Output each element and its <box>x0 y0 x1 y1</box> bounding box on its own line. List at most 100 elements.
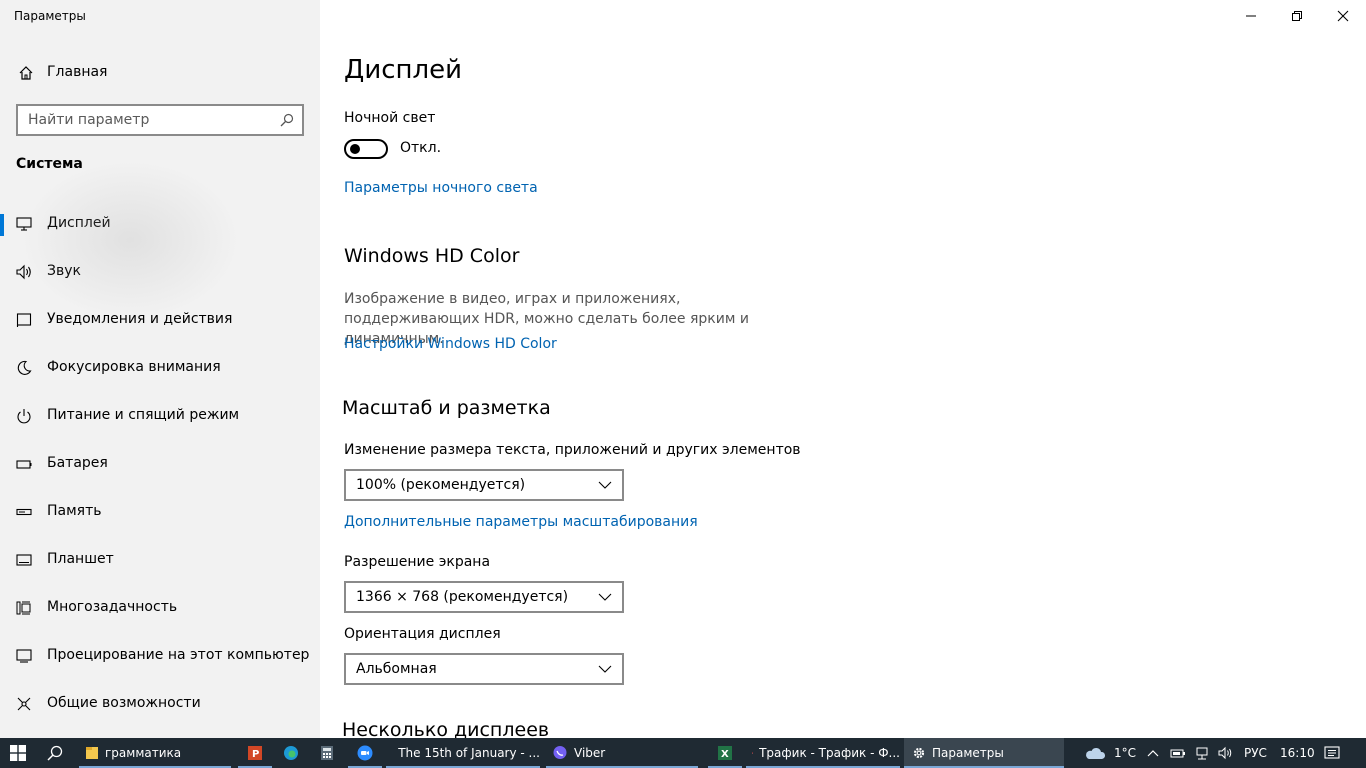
sidebar-item-label: Батарея <box>47 455 108 471</box>
taskbar-item-label: Viber <box>574 746 606 760</box>
start-button[interactable] <box>0 738 36 768</box>
settings-window: Параметры Главная Система Дисплей <box>0 0 1366 738</box>
sidebar-item-label: Память <box>47 503 102 519</box>
sidebar-item-display[interactable]: Дисплей <box>0 204 320 244</box>
taskbar-item-label: Параметры <box>932 746 1004 760</box>
volume-icon <box>1218 746 1232 760</box>
network-status[interactable] <box>1194 738 1210 768</box>
sidebar-item-label: Уведомления и действия <box>47 311 233 327</box>
search-input[interactable] <box>18 106 278 134</box>
restore-button[interactable] <box>1274 0 1320 32</box>
taskbar-item-powerpoint[interactable]: P <box>238 738 272 768</box>
sidebar-item-tablet[interactable]: Планшет <box>0 540 320 580</box>
night-light-settings-link[interactable]: Параметры ночного света <box>344 180 538 196</box>
chevron-down-icon <box>598 481 612 489</box>
sidebar-item-label: Звук <box>47 263 81 279</box>
taskbar-search-button[interactable] <box>38 738 72 768</box>
powerpoint-icon: P <box>248 746 262 760</box>
minimize-icon <box>1246 15 1256 17</box>
orientation-dropdown[interactable]: Альбомная <box>344 653 624 685</box>
scale-layout-title: Масштаб и разметка <box>342 397 551 419</box>
sidebar-item-sound[interactable]: Звук <box>0 252 320 292</box>
minimize-button[interactable] <box>1228 0 1274 32</box>
taskbar-item-label: грамматика <box>105 746 182 760</box>
section-title: Система <box>16 156 83 172</box>
night-light-toggle[interactable] <box>344 139 388 159</box>
language-text: РУС <box>1244 746 1267 760</box>
chevron-up-icon <box>1147 750 1159 757</box>
sidebar-item-power[interactable]: Питание и спящий режим <box>0 396 320 436</box>
home-label: Главная <box>47 64 108 80</box>
cloud-icon <box>1086 747 1106 759</box>
volume-control[interactable] <box>1218 738 1234 768</box>
resolution-dropdown[interactable]: 1366 × 768 (рекомендуется) <box>344 581 624 613</box>
clock[interactable]: 16:10 <box>1280 738 1315 768</box>
restore-icon <box>1292 11 1302 21</box>
taskbar-item-label: The 15th of January - ... <box>398 746 540 760</box>
hd-color-settings-link[interactable]: Настройки Windows HD Color <box>344 336 557 352</box>
multitasking-icon <box>16 601 31 615</box>
monitor-icon <box>16 217 32 231</box>
taskbar-item-calculator[interactable] <box>310 738 344 768</box>
storage-icon <box>16 508 32 516</box>
taskbar-item-excel[interactable]: X <box>708 738 742 768</box>
sidebar-item-label: Проецирование на этот компьютер <box>47 647 310 663</box>
night-light-label: Ночной свет <box>344 110 436 126</box>
battery-tray-icon <box>1170 749 1185 758</box>
svg-text:X: X <box>721 749 729 760</box>
sidebar-item-notifications[interactable]: Уведомления и действия <box>0 300 320 340</box>
close-icon <box>1337 10 1349 22</box>
advanced-scaling-link[interactable]: Дополнительные параметры масштабирования <box>344 514 698 530</box>
taskbar-item-word[interactable]: W The 15th of January - ... <box>386 738 540 768</box>
scale-dropdown[interactable]: 100% (рекомендуется) <box>344 469 624 501</box>
taskbar-item-settings[interactable]: Параметры <box>904 738 1064 768</box>
calculator-icon <box>321 746 333 760</box>
shared-experiences-icon <box>17 697 31 711</box>
taskbar-item-edge[interactable] <box>274 738 308 768</box>
viber-icon <box>553 746 567 759</box>
taskbar: грамматика P W The 15th of January - ...… <box>0 738 1366 768</box>
sidebar-item-storage[interactable]: Память <box>0 492 320 532</box>
sidebar-home[interactable]: Главная <box>0 56 320 90</box>
edge-icon <box>284 746 298 760</box>
weather-widget[interactable]: 1°C <box>1084 738 1136 768</box>
speaker-icon <box>16 264 31 280</box>
search-icon[interactable] <box>280 113 294 127</box>
battery-status[interactable] <box>1170 738 1186 768</box>
sidebar-item-projecting[interactable]: Проецирование на этот компьютер <box>0 636 320 676</box>
orientation-label: Ориентация дисплея <box>344 626 501 642</box>
sidebar-item-label: Многозадачность <box>47 599 178 615</box>
sidebar-item-label: Планшет <box>47 551 114 567</box>
taskbar-item-folder[interactable]: грамматика <box>79 738 231 768</box>
home-icon <box>19 66 33 80</box>
taskbar-item-label: Трафик - Трафик - Ф... <box>759 746 900 760</box>
notifications-icon <box>16 313 32 327</box>
action-center-button[interactable] <box>1324 738 1340 768</box>
page-title: Дисплей <box>344 55 463 85</box>
projecting-icon <box>16 649 32 663</box>
taskbar-item-yandex-browser[interactable]: Y Трафик - Трафик - Ф... <box>746 738 900 768</box>
orientation-value: Альбомная <box>356 661 437 677</box>
language-indicator[interactable]: РУС <box>1244 738 1267 768</box>
ethernet-icon <box>1196 747 1208 760</box>
taskbar-item-viber[interactable]: Viber <box>546 738 698 768</box>
sidebar-item-focus-assist[interactable]: Фокусировка внимания <box>0 348 320 388</box>
chevron-down-icon <box>598 665 612 673</box>
chevron-down-icon <box>598 593 612 601</box>
search-box[interactable] <box>16 104 304 136</box>
folder-icon <box>86 747 98 759</box>
clock-time: 16:10 <box>1280 746 1315 760</box>
tablet-icon <box>16 554 32 566</box>
multiple-displays-title: Несколько дисплеев <box>342 719 550 738</box>
sidebar-item-battery[interactable]: Батарея <box>0 444 320 484</box>
night-light-state: Откл. <box>400 140 442 156</box>
sidebar-item-multitasking[interactable]: Многозадачность <box>0 588 320 628</box>
taskbar-item-zoom[interactable] <box>348 738 382 768</box>
sidebar-item-shared-experiences[interactable]: Общие возможности <box>0 684 320 724</box>
sidebar-item-label: Питание и спящий режим <box>47 407 240 423</box>
close-button[interactable] <box>1320 0 1366 32</box>
settings-gear-icon <box>913 747 925 759</box>
sidebar: Параметры Главная Система Дисплей <box>0 0 320 738</box>
show-hidden-icons-button[interactable] <box>1147 738 1159 768</box>
resolution-value: 1366 × 768 (рекомендуется) <box>356 589 569 605</box>
